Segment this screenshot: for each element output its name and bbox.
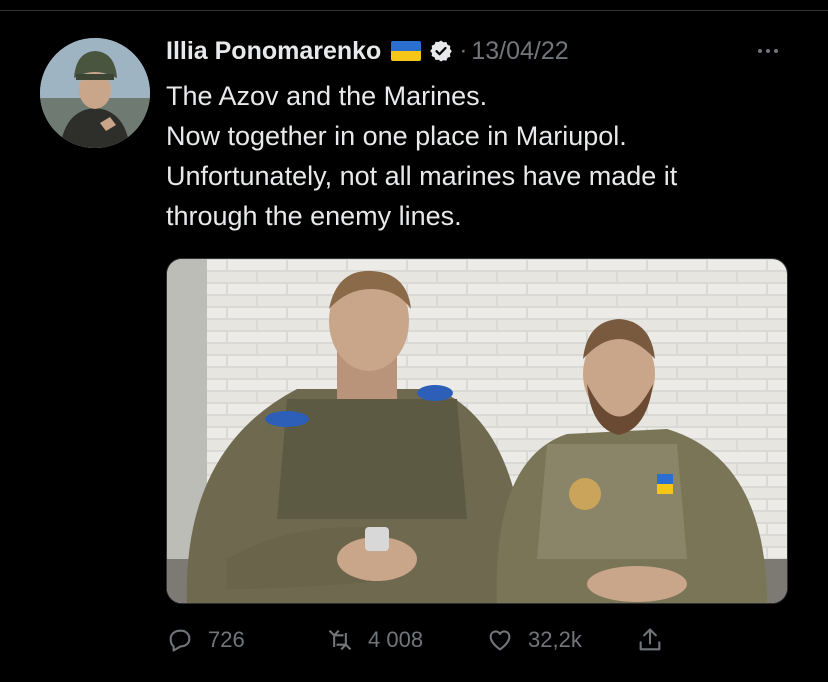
tweet-text: The Azov and the Marines. Now together i…: [166, 76, 806, 236]
tweet-actions-bar: 726 4 008 32,2k: [166, 618, 786, 662]
more-dots-icon: [758, 49, 762, 53]
heart-icon: [489, 630, 511, 651]
verified-badge-icon: [430, 40, 453, 62]
tweet-text-line: Unfortunately, not all marines have made…: [166, 161, 678, 191]
more-options-button[interactable]: [748, 38, 788, 64]
top-divider: [0, 10, 828, 11]
author-name[interactable]: Illia Ponomarenko: [166, 37, 381, 66]
tweet-text-line: through the enemy lines.: [166, 201, 462, 231]
retweet-count: 4 008: [368, 627, 424, 652]
author-avatar[interactable]: [40, 38, 150, 148]
share-icon: [639, 628, 661, 651]
retweet-button[interactable]: 4 008: [326, 618, 423, 662]
reply-icon: [169, 629, 191, 652]
tweet-header: Illia Ponomarenko · 13/04/22: [166, 31, 569, 71]
tweet-date[interactable]: 13/04/22: [471, 37, 568, 66]
ukraine-flag-icon: [391, 41, 422, 61]
like-count: 32,2k: [528, 627, 582, 652]
reply-count: 726: [208, 627, 245, 652]
tweet-media-image[interactable]: [166, 258, 788, 604]
date-separator: ·: [459, 37, 468, 64]
tweet-text-line: Now together in one place in Mariupol.: [166, 121, 627, 151]
reply-button[interactable]: 726: [166, 618, 245, 662]
like-button[interactable]: 32,2k: [486, 618, 582, 662]
tweet-text-line: The Azov and the Marines.: [166, 81, 488, 111]
retweet-icon: [328, 629, 352, 651]
share-button[interactable]: [636, 618, 664, 662]
